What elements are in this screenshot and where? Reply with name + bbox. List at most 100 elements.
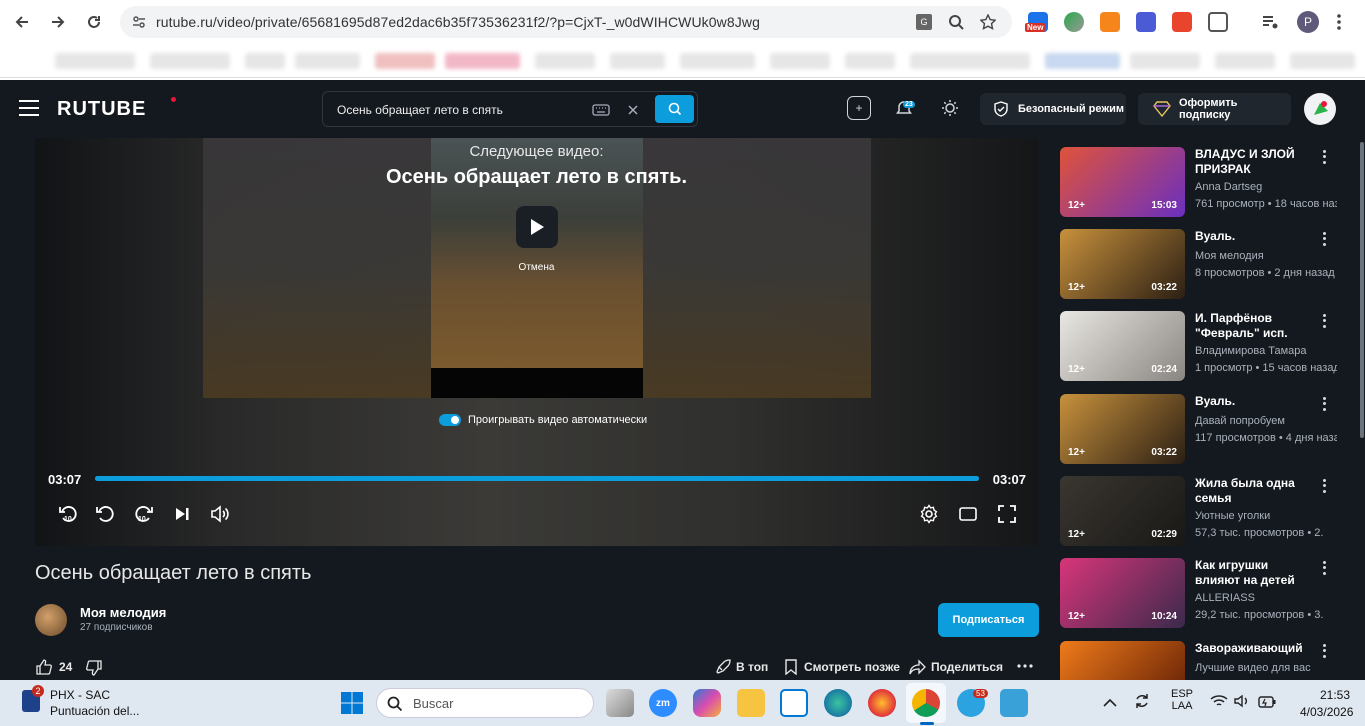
- menu-icon[interactable]: [19, 100, 39, 116]
- notepad-icon[interactable]: [1000, 689, 1028, 717]
- more-options-icon[interactable]: [1318, 149, 1330, 165]
- subscribe-button[interactable]: Подписаться: [938, 603, 1039, 637]
- ms-store-icon[interactable]: [780, 689, 808, 717]
- copilot-icon[interactable]: [693, 689, 721, 717]
- recommendation-title[interactable]: Как игрушки влияют на детей: [1195, 558, 1315, 588]
- zoom-app-icon[interactable]: zm: [649, 689, 677, 717]
- top-button[interactable]: В топ: [714, 659, 768, 675]
- recommendation-thumbnail[interactable]: 12+ 03:22: [1060, 394, 1185, 464]
- more-options-icon[interactable]: [1318, 643, 1330, 659]
- user-avatar[interactable]: [1304, 93, 1336, 125]
- bookmark-item[interactable]: [150, 53, 230, 69]
- recommendation-card[interactable]: 12+ 02:29 Жила была одна семья Уютные уголк…: [1060, 476, 1360, 546]
- shield-extension-icon[interactable]: [1136, 12, 1156, 32]
- safe-mode-button[interactable]: Безопасный режим: [980, 93, 1126, 125]
- recommendation-thumbnail[interactable]: 12+ 10:24: [1060, 558, 1185, 628]
- search-input[interactable]: Осень обращает лето в спять: [322, 91, 698, 127]
- recommendation-channel[interactable]: Давай попробуем: [1195, 415, 1285, 427]
- browser-menu-icon[interactable]: [1336, 12, 1342, 32]
- sync-icon[interactable]: [1133, 692, 1151, 715]
- next-video-button[interactable]: [170, 502, 194, 526]
- recommendation-card[interactable]: 12+ 02:24 И. Парфёнов "Февраль" исп. Тамар…: [1060, 311, 1360, 381]
- bookmark-item[interactable]: [1215, 53, 1275, 69]
- extensions-puzzle-icon[interactable]: [1208, 12, 1228, 32]
- recommendation-title[interactable]: ВЛАДУС И ЗЛОЙ ПРИЗРАК: [1195, 147, 1315, 177]
- forward-icon[interactable]: [46, 10, 70, 34]
- recommendation-thumbnail[interactable]: 12+ 15:03: [1060, 147, 1185, 217]
- keyboard-icon[interactable]: [592, 104, 610, 116]
- recommendation-card[interactable]: 12+ 03:22 Вуаль. Давай попробуем 117 просмот…: [1060, 394, 1360, 464]
- clock[interactable]: 21:53 4/03/2026: [1300, 688, 1353, 719]
- bookmark-item[interactable]: [375, 53, 435, 69]
- chrome-icon[interactable]: [912, 689, 940, 717]
- theme-toggle-icon[interactable]: [938, 96, 962, 120]
- metamask-icon[interactable]: [1100, 12, 1120, 32]
- bookmark-item[interactable]: [770, 53, 830, 69]
- recommendation-channel[interactable]: Уютные уголки: [1195, 510, 1270, 522]
- media-controls-icon[interactable]: [1260, 12, 1280, 32]
- search-button[interactable]: [655, 95, 694, 123]
- recommendation-channel[interactable]: Лучшие видео для вас: [1195, 662, 1311, 674]
- recommendation-title[interactable]: Жила была одна семья: [1195, 476, 1315, 506]
- file-explorer-icon[interactable]: [737, 689, 765, 717]
- recommendation-thumbnail[interactable]: 12+ 03:22: [1060, 229, 1185, 299]
- recommendation-title[interactable]: И. Парфёнов "Февраль" исп. Тамара Владим…: [1195, 311, 1315, 341]
- autoplay-switch[interactable]: [439, 414, 461, 426]
- record-extension-icon[interactable]: [1172, 12, 1192, 32]
- address-bar[interactable]: rutube.ru/video/private/65681695d87ed2da…: [120, 6, 1012, 38]
- recommendation-card[interactable]: 12+ 15:03 ВЛАДУС И ЗЛОЙ ПРИЗРАК Anna Dartse…: [1060, 147, 1360, 217]
- page-scrollbar[interactable]: [1360, 142, 1364, 438]
- widget-title[interactable]: PHX - SAC: [50, 688, 110, 702]
- input-language[interactable]: ESP LAA: [1171, 688, 1193, 712]
- volume-button[interactable]: [208, 502, 232, 526]
- recommendation-channel[interactable]: Anna Dartseg: [1195, 181, 1262, 193]
- edge-icon[interactable]: [824, 689, 852, 717]
- more-actions-icon[interactable]: [1017, 664, 1033, 668]
- bookmark-item[interactable]: [1045, 53, 1120, 69]
- video-player[interactable]: Следующее видео: Осень обращает лето в с…: [35, 138, 1038, 546]
- settings-button[interactable]: [917, 502, 941, 526]
- clear-search-icon[interactable]: [628, 105, 638, 115]
- bookmark-star-icon[interactable]: [980, 14, 996, 30]
- speaker-icon[interactable]: [1234, 694, 1250, 713]
- bookmark-item[interactable]: [245, 53, 285, 69]
- reload-icon[interactable]: [82, 10, 106, 34]
- tray-overflow-icon[interactable]: [1103, 695, 1117, 713]
- channel-name[interactable]: Моя мелодия: [80, 605, 166, 620]
- bookmark-item[interactable]: [55, 53, 135, 69]
- cancel-autoplay-button[interactable]: Отмена: [35, 262, 1038, 273]
- bookmark-item[interactable]: [1130, 53, 1200, 69]
- recommendation-title[interactable]: Завораживающий: [1195, 641, 1315, 656]
- site-info-icon[interactable]: [132, 15, 146, 29]
- recommendation-channel[interactable]: ALLERIASS: [1195, 592, 1255, 604]
- recommendation-channel[interactable]: Владимирова Тамара: [1195, 345, 1307, 357]
- firefox-icon[interactable]: [868, 689, 896, 717]
- play-next-button[interactable]: [516, 206, 558, 248]
- autoplay-toggle[interactable]: Проигрывать видео автоматически: [439, 414, 647, 426]
- next-video-title[interactable]: Осень обращает лето в спять.: [35, 166, 1038, 189]
- bookmark-item[interactable]: [1290, 53, 1355, 69]
- replay-button[interactable]: [93, 502, 117, 526]
- start-button[interactable]: [338, 689, 366, 717]
- dislike-icon[interactable]: [86, 660, 102, 676]
- profile-avatar[interactable]: P: [1297, 11, 1319, 33]
- bookmark-item[interactable]: [535, 53, 595, 69]
- taskbar-search[interactable]: Buscar: [376, 688, 594, 718]
- subscription-button[interactable]: Оформить подписку: [1138, 93, 1291, 125]
- channel-avatar[interactable]: [35, 604, 67, 636]
- share-button[interactable]: Поделиться: [909, 659, 1003, 675]
- bookmark-item[interactable]: [845, 53, 895, 69]
- more-options-icon[interactable]: [1318, 478, 1330, 494]
- fullscreen-button[interactable]: [995, 502, 1019, 526]
- back-icon[interactable]: [10, 10, 34, 34]
- recommendation-card[interactable]: 12+ 03:22 Вуаль. Моя мелодия 8 просмотров • …: [1060, 229, 1360, 299]
- theater-mode-button[interactable]: [956, 502, 980, 526]
- notifications-icon[interactable]: [892, 96, 916, 120]
- recommendation-thumbnail[interactable]: 12+ 02:24: [1060, 311, 1185, 381]
- recommendation-card[interactable]: 12+ 10:24 Как игрушки влияют на детей ALLER…: [1060, 558, 1360, 628]
- rutube-logo[interactable]: RUTUBE: [57, 98, 146, 121]
- zoom-icon[interactable]: [948, 14, 964, 30]
- translate-icon[interactable]: G: [916, 14, 932, 30]
- bookmark-item[interactable]: [680, 53, 755, 69]
- upload-icon[interactable]: +: [847, 96, 871, 120]
